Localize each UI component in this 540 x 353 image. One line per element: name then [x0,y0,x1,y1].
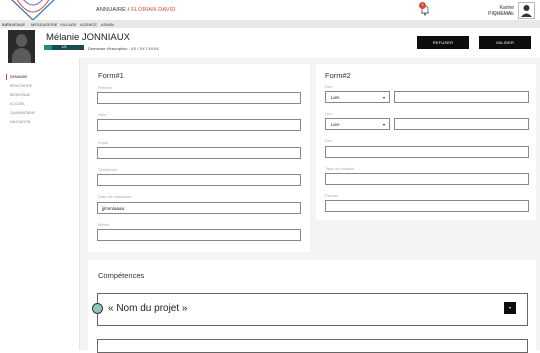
project-status-dot [92,303,103,314]
field-label-nom: Nom [98,112,107,117]
field-label-lien-1: Lien [325,84,333,89]
sidebar-item-bienvenue[interactable]: BIENVENUE [10,93,30,97]
sidebar-item-demande[interactable]: DEMANDE [10,75,28,79]
field-label-metier: Métier [98,222,110,227]
breadcrumb-separator: / [127,7,130,13]
progress-fill [44,45,52,50]
lien-select-1-value: Lien [331,95,340,100]
type-location-input[interactable] [325,173,529,185]
project-toggle-button[interactable]: ▾ [504,302,516,314]
telephone-input[interactable] [97,174,301,186]
refuse-button[interactable]: REFUSER [417,36,469,49]
metier-input[interactable] [97,229,301,241]
nav-item-agence[interactable]: AGENCE [80,22,97,27]
form2-title: Form#2 [325,71,351,80]
sidebar-item-validation[interactable]: VALIDATION [10,120,30,124]
prenom-input[interactable] [97,92,301,104]
email-input[interactable] [97,147,301,159]
field-label-lien-2: Lien [325,111,333,116]
logout-link[interactable]: Se déconnecter [474,11,514,15]
field-label-telephone: Téléphone [98,167,117,172]
field-label-lien-3: Lien [325,138,333,143]
nav-item-bienvenue[interactable]: BIENVENUE [2,22,25,27]
field-label-prenom: Prénom [98,85,113,90]
profile-photo-body [12,48,31,63]
field-label-date-naissance: Date de naissance [98,194,132,199]
profile-name: Mélanie JONNIAUX [46,32,130,43]
chevron-down-icon: ▾ [382,122,385,127]
nav-item-village[interactable]: VILLAGE [60,22,77,27]
form1-title: Form#1 [98,71,124,80]
date-naissance-input[interactable]: jj/mm/aaaa [97,202,301,214]
sidebar-item-rencontre[interactable]: RENCONTRE [10,84,32,88]
lien-select-1[interactable]: Lien ▾ [325,91,390,103]
project-item-next [97,339,528,353]
field-label-parrain: Parrain [325,193,338,198]
nav-item-messagerie[interactable]: MESSAGERIE [31,22,57,27]
active-indicator [6,74,7,80]
nom-input[interactable] [97,119,301,131]
sidebar-item-quarantaine[interactable]: QUARANTAINE [10,111,35,115]
logo[interactable] [6,0,60,22]
lien-input-2[interactable] [394,118,529,130]
top-bar [0,0,540,20]
avatar[interactable] [518,2,535,19]
nav-item-admin[interactable]: ADMIN [101,22,114,27]
lien-input-1[interactable] [394,91,529,103]
inscription-date: Demande d'inscription : XX / XX / XXXX [88,46,159,51]
chevron-down-icon: ▾ [382,95,385,100]
main-nav: BIENVENUE MESSAGERIE VILLAGE AGENCE ADMI… [0,20,540,28]
lien-input-3[interactable] [325,146,529,158]
breadcrumb: ANNUAIRE / FLORIAN DAVID [96,7,176,13]
lien-select-2[interactable]: Lien ▾ [325,118,390,130]
parrain-input[interactable] [325,200,529,212]
user-link[interactable]: FLORIAN DAVID [131,7,175,13]
notification-badge: 3 [419,2,426,9]
field-label-email: Email [98,140,109,145]
sidebar-item-accueil[interactable]: ACCUEIL [10,102,25,106]
user-icon [521,5,532,17]
project-name: « Nom du projet » [108,303,188,314]
profile-photo-head [16,34,27,47]
app-name: ANNUAIRE [96,7,127,13]
competences-title: Compétences [98,271,145,280]
lien-select-2-value: Lien [331,122,340,127]
form2-card [316,64,536,220]
field-label-type-location: Type de location [325,166,355,171]
validate-button[interactable]: VALIDER [479,36,531,49]
